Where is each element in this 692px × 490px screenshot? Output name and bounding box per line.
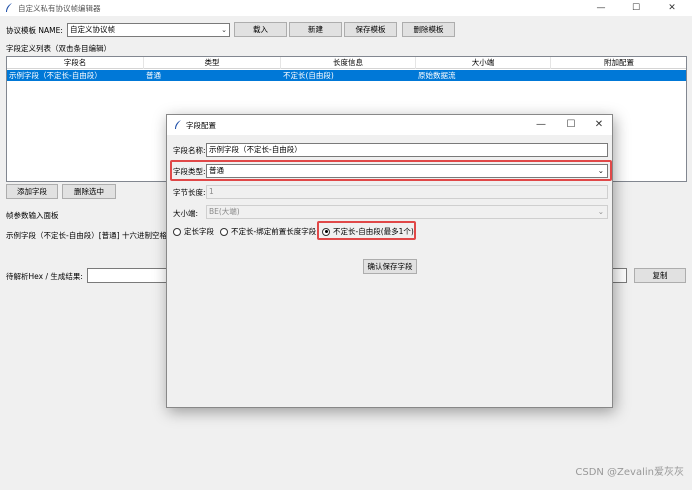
- radio-fixed-length[interactable]: 定长字段: [173, 226, 214, 237]
- window-title: 自定义私有协议帧编辑器: [18, 4, 101, 13]
- confirm-save-field-button[interactable]: 确认保存字段: [363, 259, 417, 274]
- endian-label: 大小端:: [173, 209, 199, 218]
- chevron-down-icon: ⌄: [597, 207, 604, 216]
- chevron-down-icon: ⌄: [221, 26, 227, 34]
- column-header[interactable]: 大小端: [416, 57, 551, 69]
- feather-icon: [6, 3, 12, 12]
- table-row[interactable]: 示例字段（不定长-自由段） 普通 不定长(自由段) 原始数据流: [7, 70, 686, 81]
- field-type-highlight: [170, 160, 612, 181]
- table-cell: 原始数据流: [418, 71, 456, 80]
- column-header[interactable]: 长度信息: [281, 57, 416, 69]
- delete-selected-button[interactable]: 删除选中: [62, 184, 116, 199]
- field-name-input[interactable]: 示例字段（不定长-自由段）: [206, 143, 608, 157]
- endian-select[interactable]: BE(大端) ⌄: [206, 205, 608, 219]
- column-header[interactable]: 附加配置: [551, 57, 686, 69]
- delete-template-button[interactable]: 删除模板: [402, 22, 455, 37]
- radio-highlight: [317, 221, 416, 240]
- minimize-button[interactable]: —: [585, 0, 617, 16]
- save-template-button[interactable]: 保存模板: [344, 22, 397, 37]
- add-field-button[interactable]: 添加字段: [6, 184, 58, 199]
- column-header[interactable]: 字段名: [7, 57, 144, 69]
- field-name-label: 字段名称:: [173, 146, 206, 155]
- maximize-button[interactable]: ☐: [620, 0, 652, 16]
- parse-label: 待解析Hex / 生成结果:: [6, 272, 83, 281]
- template-label: 协议模板 NAME:: [6, 26, 63, 35]
- radio-label: 定长字段: [184, 227, 214, 236]
- dialog-title: 字段配置: [186, 121, 216, 130]
- frame-field-row: 示例字段（不定长-自由段）[普通] 十六进制空格: [6, 231, 166, 240]
- load-button[interactable]: 载入: [234, 22, 287, 37]
- radio-label: 不定长-绑定前置长度字段: [231, 227, 317, 236]
- table-header: 字段名 类型 长度信息 大小端 附加配置: [7, 57, 686, 69]
- table-cell: 不定长(自由段): [283, 71, 334, 80]
- dialog-maximize-button[interactable]: ☐: [557, 115, 585, 135]
- byte-length-label: 字节长度:: [173, 188, 206, 197]
- frame-panel-title: 帧参数输入面板: [6, 211, 59, 220]
- main-titlebar: 自定义私有协议帧编辑器 — ☐ ✕: [0, 0, 692, 16]
- byte-length-input[interactable]: 1: [206, 185, 608, 199]
- fields-table-caption: 字段定义列表（双击条目编辑）: [6, 44, 111, 53]
- feather-icon: [175, 120, 181, 129]
- new-button[interactable]: 新建: [289, 22, 342, 37]
- dialog-close-button[interactable]: ✕: [585, 115, 613, 135]
- table-cell: 普通: [146, 71, 161, 80]
- column-header[interactable]: 类型: [144, 57, 281, 69]
- dialog-minimize-button[interactable]: —: [527, 115, 555, 135]
- table-cell: 示例字段（不定长-自由段）: [9, 71, 102, 80]
- close-button[interactable]: ✕: [656, 0, 688, 16]
- endian-value: BE(大端): [209, 207, 240, 216]
- template-select[interactable]: 自定义协议帧 ⌄: [67, 23, 230, 37]
- radio-bound-length[interactable]: 不定长-绑定前置长度字段: [220, 226, 316, 237]
- template-value: 自定义协议帧: [70, 25, 115, 34]
- watermark: CSDN @Zevalin爱灰灰: [575, 467, 684, 478]
- dialog-titlebar: 字段配置 — ☐ ✕: [167, 115, 612, 135]
- radio-icon: [220, 227, 228, 236]
- copy-button[interactable]: 复制: [634, 268, 686, 283]
- field-config-dialog: 字段配置 — ☐ ✕ 字段名称: 示例字段（不定长-自由段） 字段类型: 普通 …: [166, 114, 613, 408]
- radio-icon: [173, 227, 181, 236]
